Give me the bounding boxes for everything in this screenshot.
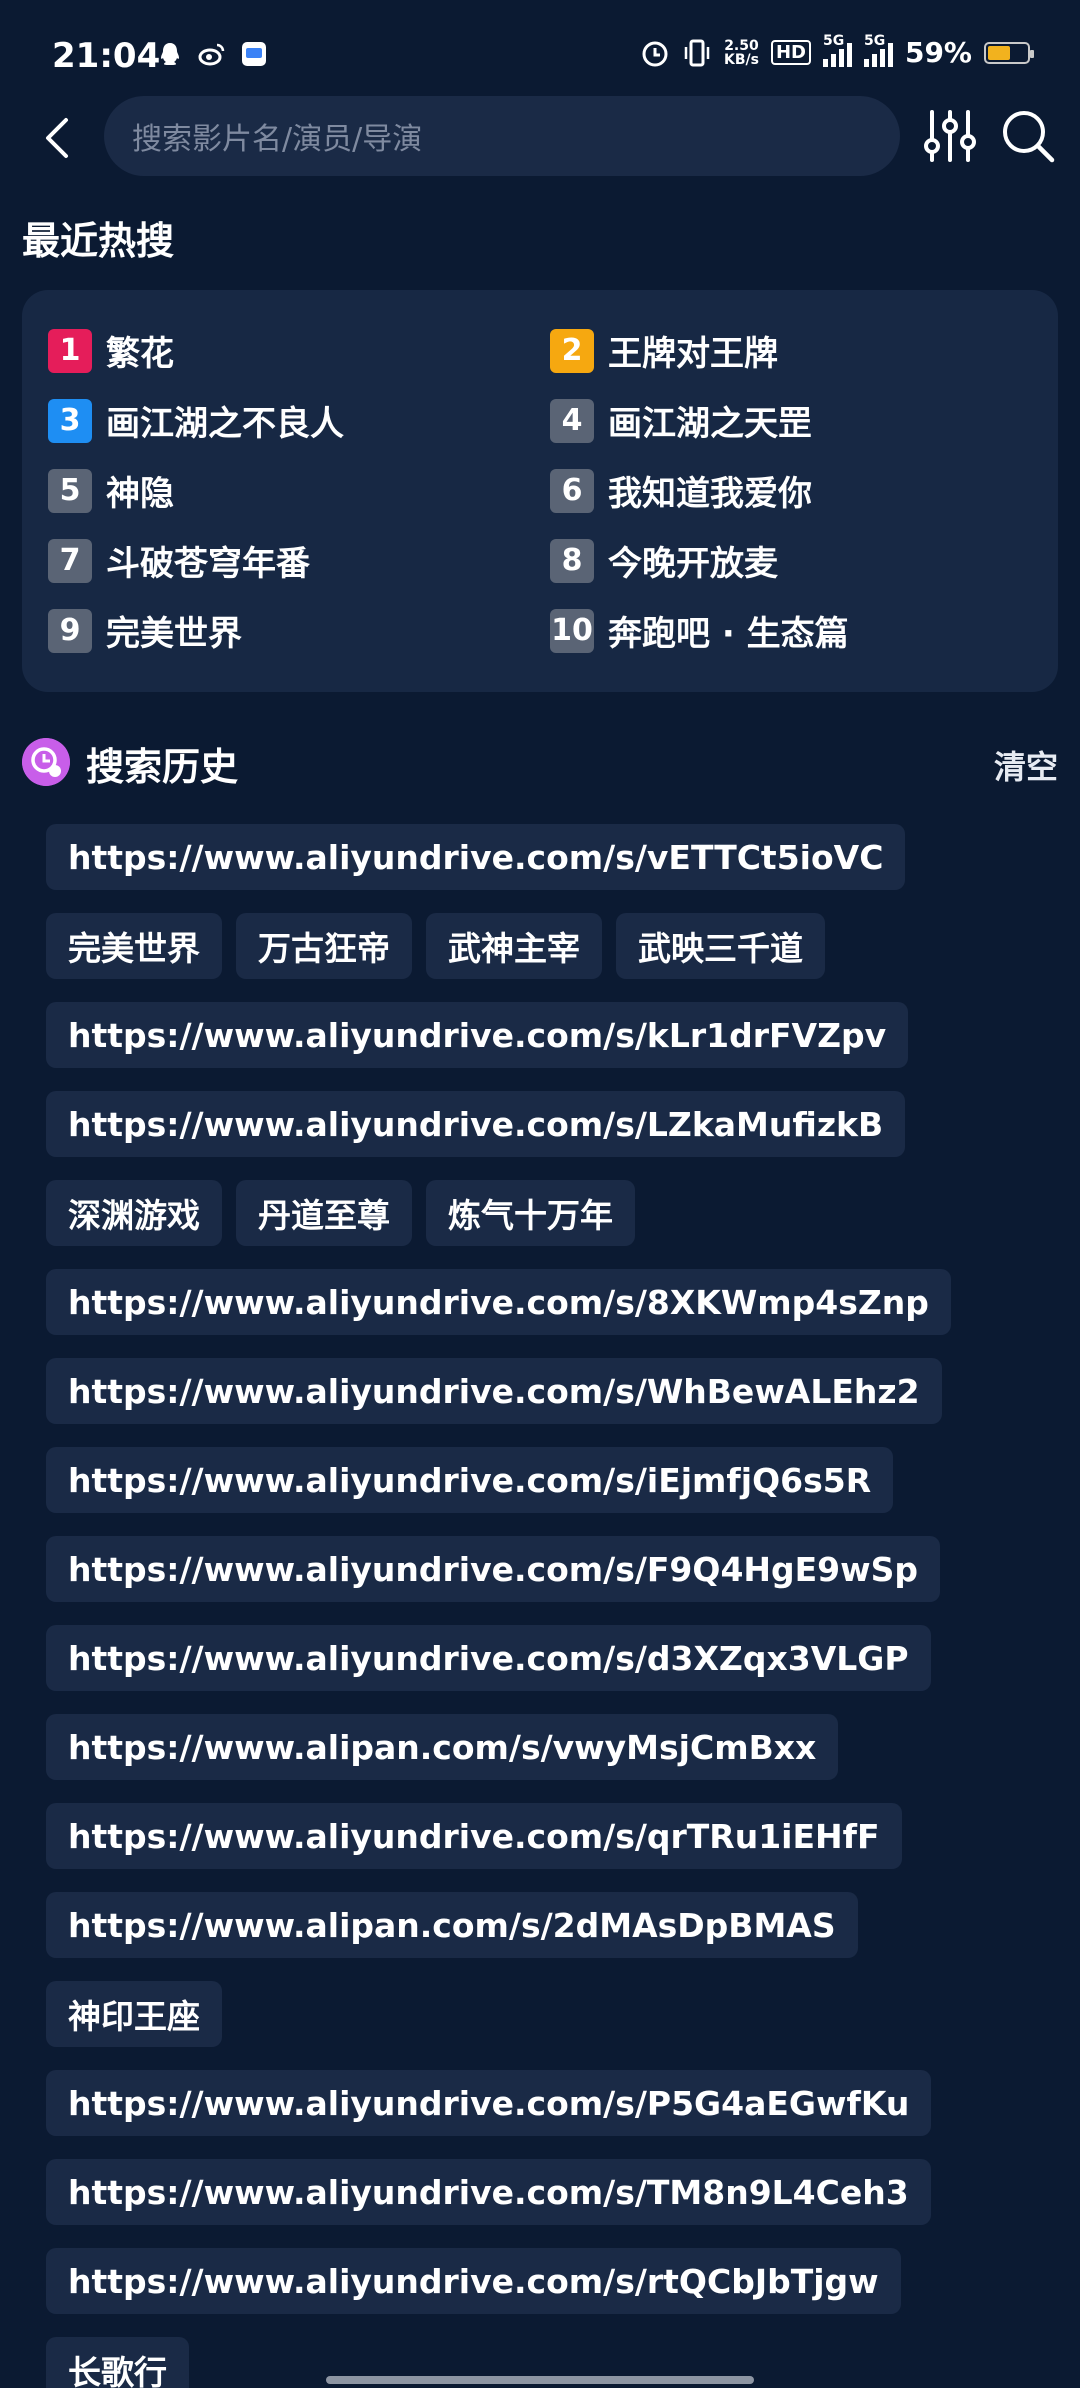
battery-icon [984, 41, 1034, 64]
history-clock-icon [22, 738, 70, 786]
rank-badge: 3 [48, 398, 92, 443]
history-chip[interactable]: https://www.aliyundrive.com/s/F9Q4HgE9wS… [46, 1536, 941, 1602]
hot-search-name: 完美世界 [106, 614, 242, 654]
rank-badge: 4 [550, 398, 594, 443]
search-input[interactable]: 搜索影片名/演员/导演 [104, 96, 900, 176]
history-chip[interactable]: https://www.aliyundrive.com/s/P5G4aEGwfK… [46, 2070, 932, 2136]
hot-search-panel: 1 繁花 2 王牌对王牌 3 画江湖之不良人 4 画江湖之天罡 5 神隐 6 我知道我爱你 7 斗破苍穹年… [22, 290, 1058, 692]
hot-search-item[interactable]: 8 今晚开放麦 [550, 536, 778, 585]
hd-badge: HD [770, 40, 811, 65]
hot-search-name: 奔跑吧 · 生态篇 [608, 614, 849, 654]
hot-search-item[interactable]: 9 完美世界 [48, 606, 242, 655]
history-chip[interactable]: https://www.aliyundrive.com/s/WhBewALEhz… [46, 1358, 942, 1424]
history-chip[interactable]: 炼气十万年 [426, 1180, 635, 1246]
history-chip[interactable]: https://www.aliyundrive.com/s/d3XZqx3VLG… [46, 1625, 931, 1691]
history-chip[interactable]: https://www.aliyundrive.com/s/LZkaMufizk… [46, 1091, 906, 1157]
hot-search-item[interactable]: 10 奔跑吧 · 生态篇 [550, 606, 849, 655]
hot-search-name: 今晚开放麦 [608, 544, 778, 584]
history-chip[interactable]: https://www.aliyundrive.com/s/8XKWmp4sZn… [46, 1269, 951, 1335]
rank-badge: 1 [48, 328, 92, 373]
history-chip[interactable]: 丹道至尊 [236, 1180, 412, 1246]
rank-badge: 6 [550, 468, 594, 513]
clear-history-button[interactable]: 清空 [994, 742, 1058, 788]
back-arrow-icon[interactable] [36, 110, 80, 166]
history-chip[interactable]: https://www.aliyundrive.com/s/kLr1drFVZp… [46, 1002, 909, 1068]
history-chip[interactable]: 神印王座 [46, 1981, 222, 2047]
hot-search-item[interactable]: 5 神隐 [48, 466, 174, 515]
history-chip[interactable]: 武神主宰 [426, 913, 602, 979]
hot-search-name: 画江湖之不良人 [106, 404, 344, 444]
rank-badge: 2 [550, 328, 594, 373]
hot-search-name: 画江湖之天罡 [608, 404, 812, 444]
search-header: 搜索影片名/演员/导演 [0, 94, 1080, 180]
hot-search-item[interactable]: 6 我知道我爱你 [550, 466, 812, 515]
history-chip[interactable]: https://www.aliyundrive.com/s/iEjmfjQ6s5… [46, 1447, 894, 1513]
filter-sliders-icon[interactable] [922, 106, 978, 166]
hot-search-name: 斗破苍穹年番 [106, 544, 310, 584]
history-chip[interactable]: 深渊游戏 [46, 1180, 222, 1246]
home-indicator[interactable] [326, 2376, 754, 2384]
history-header: 搜索历史 清空 [22, 734, 1058, 790]
hot-search-item[interactable]: 3 画江湖之不良人 [48, 396, 344, 445]
history-chip[interactable]: https://www.alipan.com/s/2dMAsDpBMAS [46, 1892, 858, 1958]
history-chip[interactable]: 万古狂帝 [236, 913, 412, 979]
weibo-icon [198, 43, 225, 66]
search-placeholder: 搜索影片名/演员/导演 [132, 122, 423, 157]
rank-badge: 7 [48, 538, 92, 583]
history-chip[interactable]: https://www.aliyundrive.com/s/qrTRu1iEHf… [46, 1803, 902, 1869]
vibrate-icon [684, 39, 710, 66]
hot-search-name: 王牌对王牌 [608, 334, 778, 374]
rank-badge: 5 [48, 468, 92, 513]
hot-search-item[interactable]: 2 王牌对王牌 [550, 326, 778, 375]
app-notification-icon [242, 42, 266, 66]
status-right-icons: 2.50 KB/s HD 5G 5G 59% [640, 33, 1034, 69]
status-time: 21:04 [52, 36, 161, 76]
network-speed: 2.50 KB/s [723, 37, 759, 68]
history-chip[interactable]: 武映三千道 [616, 913, 825, 979]
battery-percent: 59% [904, 36, 972, 69]
rank-badge: 10 [550, 608, 594, 653]
history-chip[interactable]: https://www.aliyundrive.com/s/vETTCt5ioV… [46, 824, 906, 890]
rank-badge: 8 [550, 538, 594, 583]
hot-search-item[interactable]: 7 斗破苍穹年番 [48, 536, 310, 585]
hot-search-name: 繁花 [106, 334, 174, 374]
history-chip[interactable]: https://www.aliyundrive.com/s/TM8n9L4Ceh… [46, 2159, 931, 2225]
hot-search-item[interactable]: 1 繁花 [48, 326, 174, 375]
signal-sim1-icon: 5G [822, 33, 852, 67]
hot-search-name: 神隐 [106, 474, 174, 514]
hot-search-name: 我知道我爱你 [608, 474, 812, 514]
qq-icon [161, 43, 179, 65]
search-icon[interactable] [1000, 108, 1056, 164]
rank-badge: 9 [48, 608, 92, 653]
signal-sim2-icon: 5G [863, 33, 893, 67]
history-chip[interactable]: https://www.aliyundrive.com/s/rtQCbJbTjg… [46, 2248, 901, 2314]
history-chip[interactable]: https://www.alipan.com/s/vwyMsjCmBxx [46, 1714, 839, 1780]
history-chip[interactable]: 完美世界 [46, 913, 222, 979]
hot-search-item[interactable]: 4 画江湖之天罡 [550, 396, 812, 445]
hot-search-title: 最近热搜 [22, 219, 175, 263]
notification-icons [156, 40, 268, 68]
history-chip[interactable]: 长歌行 [46, 2337, 189, 2388]
history-title: 搜索历史 [86, 745, 239, 789]
alarm-icon [642, 41, 668, 66]
